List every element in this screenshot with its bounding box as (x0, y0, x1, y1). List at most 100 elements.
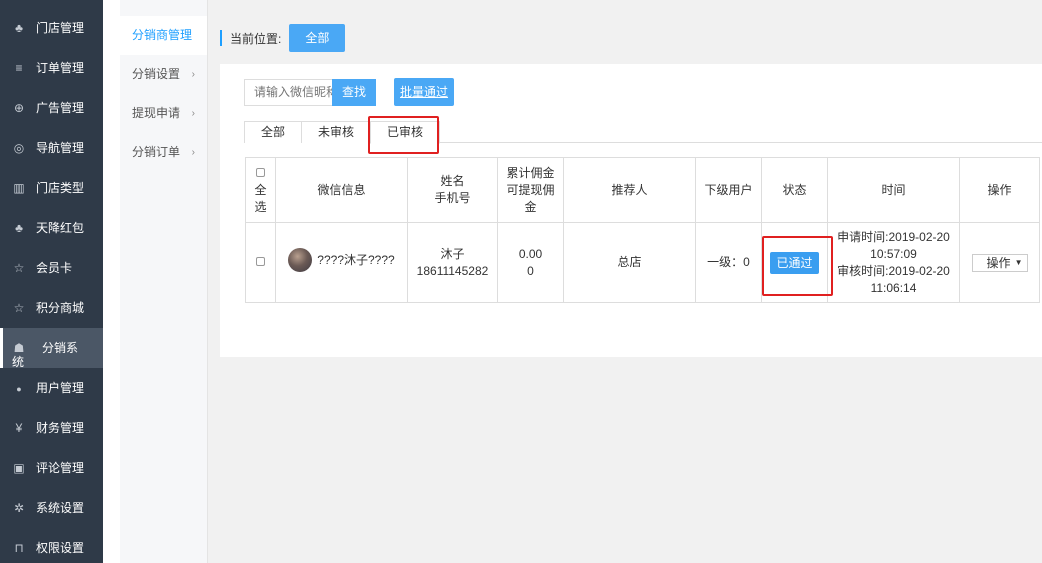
nav-item-settings[interactable]: ✲ 系统设置 (0, 488, 103, 528)
review-time: 审核时间:2019-02-20 (837, 263, 950, 278)
col-subordinates: 下级用户 (695, 157, 762, 223)
select-all-label: 选 (254, 199, 267, 214)
col-action: 操作 (959, 157, 1040, 223)
submenu-item-distribution-settings[interactable]: 分销设置 › (120, 55, 207, 94)
row-name-cell: 沐子 18611145282 (407, 222, 498, 303)
nav-item-label: 分销系 (42, 341, 79, 355)
nav-item-label: 权限设置 (36, 541, 85, 555)
chevron-right-icon: › (191, 108, 195, 119)
nav-item-label: 门店类型 (36, 181, 85, 195)
submenu-item-label: 提现申请 (132, 106, 181, 120)
nav-item-ads[interactable]: ⊕ 广告管理 (0, 88, 103, 128)
row-commission-cell: 0.00 0 (497, 222, 564, 303)
nav-gutter (103, 0, 120, 563)
chevron-right-icon: › (191, 69, 195, 80)
yen-icon: ¥ (15, 421, 23, 435)
row-select-cell (245, 222, 276, 303)
search-input[interactable] (244, 78, 332, 106)
batch-approve-button[interactable]: 批量通过 (394, 78, 455, 106)
col-time: 时间 (827, 157, 960, 223)
table-row: ????沐子???? 沐子 18611145282 0.00 0 总店 一级：0 (245, 222, 1040, 303)
nav-item-label-wrap: 统 (12, 355, 25, 369)
nav-item-label: 系统设置 (36, 501, 85, 515)
row-checkbox[interactable] (256, 257, 265, 266)
nav-item-comments[interactable]: ▣ 评论管理 (0, 448, 103, 488)
nav-item-store-type[interactable]: ▥ 门店类型 (0, 168, 103, 208)
nav-item-points-mall[interactable]: ☆ 积分商城 (0, 288, 103, 328)
compass-icon: ◎ (13, 141, 25, 155)
nav-item-label: 订单管理 (36, 61, 85, 75)
col-referrer: 推荐人 (563, 157, 696, 223)
submenu-item-label: 分销设置 (132, 67, 181, 81)
nav-item-orders[interactable]: ≡ 订单管理 (0, 48, 103, 88)
cubes-icon: ♣ (15, 221, 23, 235)
row-subordinates-cell: 一级：0 (695, 222, 762, 303)
col-name-phone: 姓名 手机号 (407, 157, 498, 223)
bank-icon: ▥ (13, 181, 25, 195)
action-dropdown[interactable]: 操作 ▼ (971, 253, 1028, 272)
nav-item-label: 天降红包 (36, 221, 85, 235)
col-wechat: 微信信息 (275, 157, 408, 223)
money-icon: ▣ (13, 461, 25, 475)
nav-item-permissions[interactable]: ⊓ 权限设置 (0, 528, 103, 563)
col-name-label: 姓名 (440, 174, 465, 188)
submenu-item-label: 分销订单 (132, 145, 181, 159)
star-icon: ☆ (13, 261, 25, 275)
search-row: 查找 批量通过 (244, 78, 455, 106)
row-time-cell: 申请时间:2019-02-20 10:57:09 审核时间:2019-02-20… (827, 222, 960, 303)
list-icon: ≡ (15, 61, 23, 75)
nav-item-red-packet[interactable]: ♣ 天降红包 (0, 208, 103, 248)
select-all-label: 全 (254, 182, 267, 197)
lock-icon: ⊓ (14, 541, 24, 555)
table-header-row: 全 选 微信信息 姓名 手机号 累计佣金 可提现佣 金 推荐人 下级用户 状态 … (245, 157, 1040, 223)
status-tabs: 全部 未审核 已审核 (244, 121, 1042, 144)
review-time-clock: 11:06:14 (870, 280, 917, 295)
total-commission: 0.00 (518, 246, 543, 261)
col-phone-label: 手机号 (434, 191, 471, 205)
row-wechat-cell: ????沐子???? (275, 222, 408, 303)
col-commission-label: 累计佣金 (506, 165, 555, 180)
user-name: 沐子 (440, 246, 465, 261)
nav-item-member-card[interactable]: ☆ 会员卡 (0, 248, 103, 288)
breadcrumb-label: 当前位置: (230, 31, 282, 46)
row-status-cell: 已通过 (761, 222, 828, 303)
row-action-cell: 操作 ▼ (959, 222, 1040, 303)
find-button[interactable]: 查找 (332, 78, 377, 106)
main-nav: ♣ 门店管理 ≡ 订单管理 ⊕ 广告管理 ◎ 导航管理 ▥ 门店类型 ♣ 天降红包 ☆ 会员卡… (0, 0, 103, 563)
breadcrumb-all-button[interactable]: 全部 (289, 24, 346, 52)
nav-item-label: 会员卡 (36, 261, 73, 275)
status-badge[interactable]: 已通过 (770, 251, 819, 274)
nav-item-distribution[interactable]: ☗ 分销系统 (0, 328, 103, 369)
chevron-right-icon: › (191, 147, 195, 158)
apply-time-clock: 10:57:09 (870, 246, 917, 261)
submenu-item-distributors[interactable]: 分销商管理 (120, 16, 207, 55)
user-icon: ● (16, 384, 22, 394)
nav-item-label: 评论管理 (36, 461, 85, 475)
nav-item-users[interactable]: ● 用户管理 (0, 368, 103, 408)
star-icon: ☆ (13, 301, 25, 315)
submenu-item-distribution-orders[interactable]: 分销订单 › (120, 133, 207, 172)
col-withdrawable-label-wrap: 金 (524, 199, 537, 214)
nav-item-label: 积分商城 (36, 301, 85, 315)
tab-all[interactable]: 全部 (244, 121, 303, 143)
col-select-all: 全 选 (245, 157, 276, 223)
cubes-icon: ♣ (15, 21, 23, 35)
nav-item-label: 财务管理 (36, 421, 85, 435)
breadcrumb: 当前位置: 全部 (220, 24, 346, 52)
tab-approved[interactable]: 已审核 (370, 121, 441, 144)
row-referrer-cell: 总店 (563, 222, 696, 303)
submenu-item-withdrawals[interactable]: 提现申请 › (120, 94, 207, 133)
nav-item-label: 导航管理 (36, 141, 85, 155)
nav-item-navigation[interactable]: ◎ 导航管理 (0, 128, 103, 168)
main-content: 当前位置: 全部 查找 批量通过 全部 未审核 已审核 全 选 微信信 (220, 0, 1042, 563)
breadcrumb-accent-bar (220, 30, 222, 46)
caret-down-icon: ▼ (1014, 257, 1023, 267)
user-phone: 18611145282 (416, 263, 489, 278)
tab-pending[interactable]: 未审核 (301, 121, 372, 143)
nav-item-store[interactable]: ♣ 门店管理 (0, 8, 103, 48)
user-nickname: ????沐子???? (317, 252, 395, 267)
nav-item-finance[interactable]: ¥ 财务管理 (0, 408, 103, 448)
content-panel: 查找 批量通过 全部 未审核 已审核 全 选 微信信息 姓名 (220, 64, 1042, 357)
col-status: 状态 (761, 157, 828, 223)
select-all-checkbox[interactable] (256, 167, 265, 177)
